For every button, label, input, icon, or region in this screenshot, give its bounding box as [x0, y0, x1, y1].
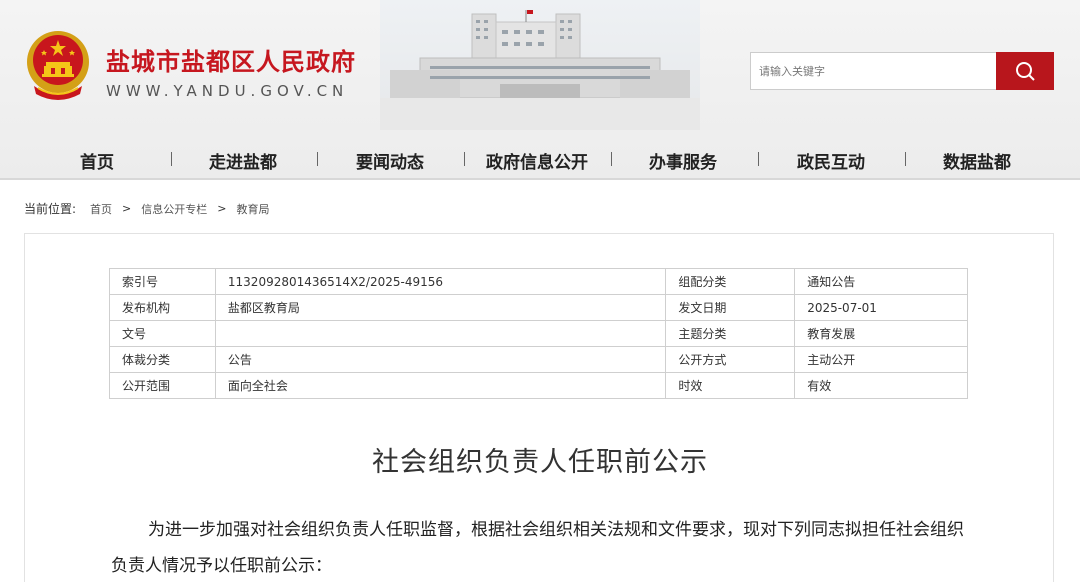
table-row: 文号 主题分类 教育发展 — [109, 320, 968, 347]
nav-divider — [0, 178, 1080, 180]
government-building-image — [380, 0, 700, 130]
meta-value: 教育发展 — [794, 320, 968, 347]
nav-item-services[interactable]: 办事服务 — [649, 148, 717, 173]
meta-value: 主动公开 — [794, 346, 968, 373]
breadcrumb-separator: > — [217, 202, 227, 215]
table-row: 公开范围 面向全社会 时效 有效 — [109, 372, 968, 399]
nav-separator — [171, 152, 172, 166]
meta-key: 公开方式 — [665, 346, 796, 373]
table-row: 体裁分类 公告 公开方式 主动公开 — [109, 346, 968, 373]
nav-item-home[interactable]: 首页 — [80, 148, 114, 173]
meta-key: 主题分类 — [665, 320, 796, 347]
meta-value: 面向全社会 — [214, 372, 667, 399]
meta-key: 组配分类 — [665, 268, 796, 295]
breadcrumb-info-column[interactable]: 信息公开专栏 — [141, 201, 207, 217]
nav-item-news[interactable]: 要闻动态 — [356, 148, 424, 173]
site-title[interactable]: 盐城市盐都区人民政府 — [106, 42, 356, 77]
nav-separator — [758, 152, 759, 166]
breadcrumb-home[interactable]: 首页 — [90, 201, 112, 217]
article-title: 社会组织负责人任职前公示 — [372, 447, 708, 478]
meta-value: 公告 — [214, 346, 667, 373]
meta-key: 索引号 — [109, 268, 216, 295]
nav-separator — [905, 152, 906, 166]
meta-value: 1132092801436514X2/2025-49156 — [214, 268, 667, 295]
main-nav: 首页 走进盐都 要闻动态 政府信息公开 办事服务 政民互动 数据盐都 — [0, 140, 1080, 180]
article-body: 为进一步加强对社会组织负责人任职监督，根据社会组织相关法规和文件要求，现对下列同… — [111, 520, 964, 576]
meta-value: 通知公告 — [794, 268, 968, 295]
meta-key: 发布机构 — [109, 294, 216, 321]
meta-value — [214, 320, 667, 347]
meta-key: 发文日期 — [665, 294, 796, 321]
site-domain: WWW.YANDU.GOV.CN — [106, 82, 349, 100]
nav-separator — [317, 152, 318, 166]
meta-value: 有效 — [794, 372, 968, 399]
search-box[interactable] — [750, 52, 996, 90]
nav-item-data[interactable]: 数据盐都 — [943, 148, 1011, 173]
search-button[interactable] — [996, 52, 1054, 90]
meta-value: 盐都区教育局 — [214, 294, 667, 321]
metadata-table: 索引号 1132092801436514X2/2025-49156 组配分类 通… — [109, 268, 968, 399]
search-input[interactable] — [751, 53, 996, 89]
table-row: 索引号 1132092801436514X2/2025-49156 组配分类 通… — [109, 268, 968, 295]
meta-value: 2025-07-01 — [794, 294, 968, 321]
nav-item-about[interactable]: 走进盐都 — [209, 148, 277, 173]
nav-item-interaction[interactable]: 政民互动 — [797, 148, 865, 173]
table-row: 发布机构 盐都区教育局 发文日期 2025-07-01 — [109, 294, 968, 321]
nav-item-gov-info[interactable]: 政府信息公开 — [486, 148, 588, 173]
breadcrumb: 当前位置: 首页 > 信息公开专栏 > 教育局 — [24, 200, 269, 217]
national-emblem-icon — [27, 31, 89, 100]
nav-separator — [611, 152, 612, 166]
nav-separator — [464, 152, 465, 166]
breadcrumb-label: 当前位置: — [24, 202, 77, 216]
meta-key: 文号 — [109, 320, 216, 347]
breadcrumb-separator: > — [122, 202, 132, 215]
breadcrumb-education-bureau[interactable]: 教育局 — [236, 201, 269, 217]
site-header: 盐城市盐都区人民政府 WWW.YANDU.GOV.CN 请输入关键字 首页 走进… — [0, 0, 1080, 180]
meta-key: 体裁分类 — [109, 346, 216, 373]
meta-key: 时效 — [665, 372, 796, 399]
meta-key: 公开范围 — [109, 372, 216, 399]
search-icon — [1016, 62, 1035, 81]
